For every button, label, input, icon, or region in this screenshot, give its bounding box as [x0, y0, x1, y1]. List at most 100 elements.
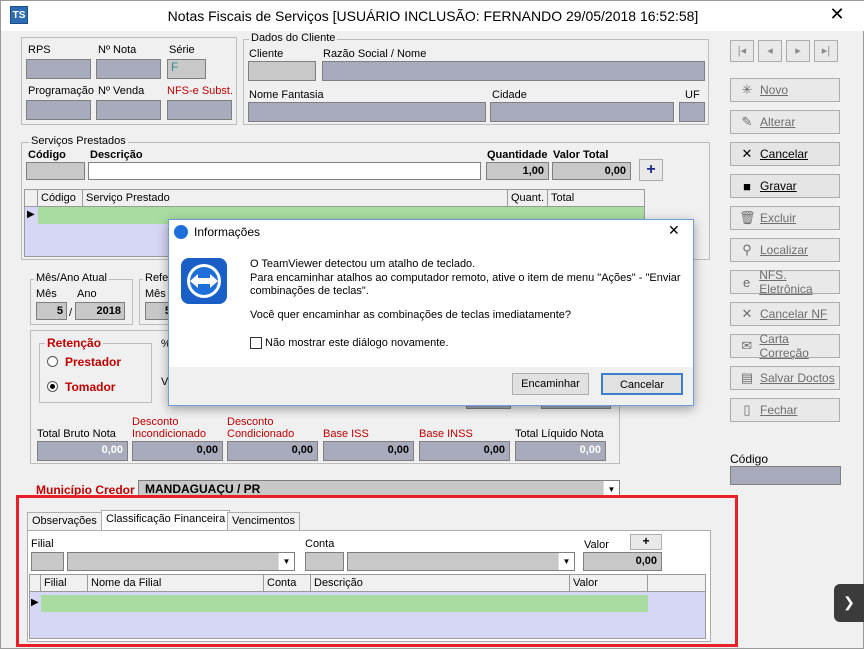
cliente-group-label: Dados do Cliente [249, 32, 338, 44]
localizar-button[interactable]: ⚲ Localizar [730, 238, 840, 262]
teamviewer-logo-icon [187, 264, 221, 298]
edit-icon: ✎ [741, 114, 753, 129]
cancelar-nf-button[interactable]: ✕ Cancelar NF [730, 302, 840, 326]
first-record-button[interactable]: |◂ [730, 40, 754, 62]
mes-ano-label: Mês/Ano Atual [34, 272, 109, 284]
nfse-subst-field[interactable] [167, 100, 232, 120]
rps-field[interactable] [26, 59, 91, 79]
quantidade-field[interactable]: 1,00 [486, 162, 549, 180]
toolbar-button-label: Cancelar [760, 147, 809, 161]
scan-icon: ▤ [740, 370, 754, 385]
add-servico-button[interactable]: + [639, 159, 663, 181]
valor-total-field[interactable]: 0,00 [552, 162, 631, 180]
dont-show-checkbox[interactable] [250, 337, 262, 349]
nota-field[interactable] [96, 59, 161, 79]
last-record-button[interactable]: ▸| [814, 40, 838, 62]
novo-button[interactable]: ✳ Novo [730, 78, 840, 102]
total-label: Desconto Condicionado [227, 416, 295, 440]
cancelar-button[interactable]: ✕ Cancelar [730, 142, 840, 166]
servico-descricao-label: Descrição [90, 149, 143, 161]
mes-label: Mês [36, 288, 57, 300]
dialog-cancel-button[interactable]: Cancelar [601, 373, 683, 395]
ano-field[interactable]: 2018 [75, 302, 125, 320]
cliente-label: Cliente [249, 48, 284, 60]
highlight-box [16, 495, 738, 647]
window-title: Notas Fiscais de Serviços [USUÁRIO INCLU… [167, 8, 699, 24]
valor-total-value: 0,00 [604, 165, 626, 177]
cidade-label: Cidade [492, 89, 527, 101]
fechar-button[interactable]: ▯ Fechar [730, 398, 840, 422]
nfse-subst-label: NFS-e Subst. [167, 85, 234, 97]
servico-descricao-field[interactable] [88, 162, 481, 180]
ref-mes-label: Mês [145, 288, 166, 300]
total-field[interactable]: 0,00 [515, 441, 606, 461]
gravar-button[interactable]: ■ Gravar [730, 174, 840, 198]
grid-col-servico: Serviço Prestado [83, 190, 508, 207]
toolbar-codigo-field[interactable] [730, 466, 841, 485]
close-doc-icon: ▯ [743, 402, 751, 417]
razao-label: Razão Social / Nome [323, 48, 427, 60]
total-field[interactable]: 0,00 [419, 441, 510, 461]
forward-button[interactable]: Encaminhar [512, 373, 589, 395]
alterar-button[interactable]: ✎ Alterar [730, 110, 840, 134]
municipio-value: MANDAGUAÇU / PR [145, 482, 261, 496]
ano-label: Ano [77, 288, 97, 300]
tomador-radio[interactable] [47, 381, 58, 392]
teamviewer-icon [181, 258, 227, 304]
toolbar-button-label: Carta Correção [759, 332, 809, 360]
excluir-button[interactable]: 🗑 Excluir [730, 206, 840, 230]
servico-codigo-field[interactable] [26, 162, 85, 180]
nfse-icon: e [742, 274, 751, 290]
row-pointer-icon: ▶ [27, 209, 35, 220]
total-label: Base ISS [323, 428, 369, 440]
grid-col-total: Total [551, 192, 575, 204]
salvar-doctos-button[interactable]: ▤ Salvar Doctos [730, 366, 840, 390]
title-bar: TS Notas Fiscais de Serviços [USUÁRIO IN… [1, 1, 864, 31]
total-field[interactable]: 0,00 [132, 441, 223, 461]
mes-field[interactable]: 5 [36, 302, 67, 320]
side-panel-toggle[interactable]: ❯ [834, 584, 864, 622]
total-label: Desconto Incondicionado [132, 416, 207, 440]
next-record-button[interactable]: ▸ [786, 40, 810, 62]
grid-col-quant: Quant. [508, 190, 548, 207]
total-label: Total Bruto Nota [37, 428, 116, 440]
fantasia-field[interactable] [248, 102, 486, 122]
teamviewer-small-icon [174, 225, 188, 239]
servicos-group-label: Serviços Prestados [29, 135, 128, 147]
total-field[interactable]: 0,00 [37, 441, 128, 461]
toolbar-button-label: Salvar Doctos [760, 371, 835, 385]
total-field[interactable]: 0,00 [227, 441, 318, 461]
serie-field[interactable]: F [167, 59, 206, 79]
prestador-radio[interactable] [47, 356, 58, 367]
dont-show-label: Não mostrar este diálogo novamente. [265, 337, 449, 349]
cliente-field[interactable] [248, 61, 316, 81]
servicos-grid-header: Código Serviço Prestado Quant. Total [25, 190, 644, 207]
new-icon: ✳ [741, 82, 753, 97]
venda-field[interactable] [96, 100, 161, 120]
programacao-field[interactable] [26, 100, 91, 120]
grid-indicator-header [25, 190, 38, 207]
total-value: 0,00 [101, 444, 123, 456]
nfs-eletr-nica-button[interactable]: e NFS. Eletrônica [730, 268, 840, 296]
servico-codigo-label: Código [28, 149, 66, 161]
venda-label: Nº Venda [98, 85, 145, 97]
tomador-label: Tomador [65, 380, 116, 394]
retencao-group [39, 343, 152, 403]
dialog-close-button[interactable]: ✕ [668, 222, 680, 239]
serie-label: Série [169, 44, 195, 56]
total-field[interactable]: 0,00 [323, 441, 414, 461]
uf-label: UF [685, 89, 700, 101]
prev-record-button[interactable]: ◂ [758, 40, 782, 62]
cancel-x-icon: ✕ [741, 146, 753, 161]
toolbar-codigo-label: Código [730, 452, 769, 466]
carta-corre-o-button[interactable]: ✉ Carta Correção [730, 332, 840, 360]
cidade-field[interactable] [490, 102, 674, 122]
window-close-button[interactable]: ✕ [814, 1, 860, 29]
uf-field[interactable] [679, 102, 705, 122]
total-value: 0,00 [579, 444, 601, 456]
toolbar-button-label: Excluir [760, 211, 797, 225]
save-icon: ■ [743, 178, 751, 194]
toolbar-button-label: Fechar [760, 403, 798, 417]
toolbar-button-label: Novo [760, 83, 789, 97]
razao-field[interactable] [322, 61, 705, 81]
